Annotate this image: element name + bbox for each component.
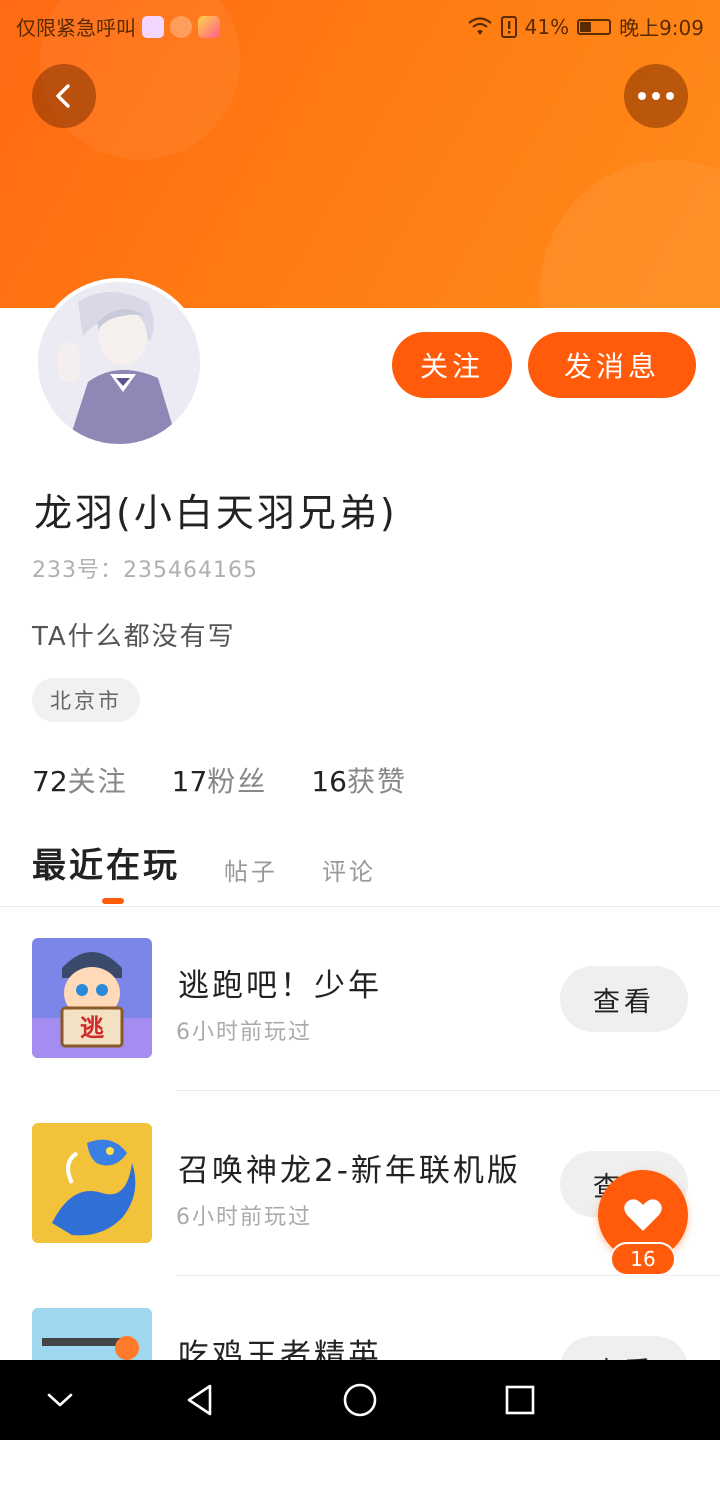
profile-uid: 233号：235464165 (32, 558, 258, 583)
notification-app-icon (170, 15, 192, 38)
battery-icon (577, 18, 612, 35)
more-horizontal-icon (638, 92, 674, 100)
like-count-badge: 16 (610, 1242, 676, 1276)
fans-stat[interactable]: 17粉丝 (172, 760, 268, 800)
game-name: 逃跑吧！少年 (178, 968, 382, 1004)
system-nav-bar (0, 1360, 720, 1440)
following-stat[interactable]: 72关注 (32, 760, 128, 800)
following-count: 72 (32, 765, 68, 798)
game-name: 召唤神龙2-新年联机版 (178, 1153, 521, 1189)
shopping-app-icon (198, 15, 220, 38)
battery-percent: 41% (524, 14, 570, 39)
divider (0, 906, 720, 907)
circle-home-icon (343, 1383, 377, 1417)
game-thumbnail (32, 1123, 152, 1243)
list-item[interactable]: 逃 逃跑吧！少年 6小时前玩过 查看 (0, 938, 720, 1123)
nav-recents-button[interactable] (496, 1376, 544, 1424)
nav-home-button[interactable] (336, 1376, 384, 1424)
avatar-illustration (38, 282, 200, 444)
nav-back-button[interactable] (176, 1376, 224, 1424)
nav-collapse-button[interactable] (36, 1376, 84, 1424)
battery-level-fill (580, 21, 592, 32)
likes-label: 获赞 (346, 765, 407, 798)
content-tabs: 最近在玩 帖子 评论 (32, 838, 376, 904)
tab-posts[interactable]: 帖子 (224, 852, 278, 887)
avatar[interactable] (34, 278, 204, 448)
view-game-button[interactable]: 查看 (560, 966, 688, 1032)
divider (176, 1090, 720, 1091)
square-recents-icon (505, 1385, 535, 1415)
likes-stat[interactable]: 16获赞 (311, 760, 407, 800)
status-bar: 仅限紧急呼叫 41% 晚上9:09 (0, 0, 720, 50)
game-played-time: 6小时前玩过 (176, 1205, 312, 1230)
status-time: 晚上9:09 (619, 16, 704, 40)
following-label: 关注 (67, 765, 128, 798)
chevron-left-icon (56, 84, 70, 108)
tab-recently-played[interactable]: 最近在玩 (32, 838, 180, 887)
more-button[interactable] (624, 64, 688, 128)
profile-stats: 72关注 17粉丝 16获赞 (32, 760, 407, 800)
game-thumbnail-text: 逃 (80, 1014, 104, 1042)
triangle-back-icon (187, 1384, 212, 1416)
game-played-time: 6小时前玩过 (176, 1020, 312, 1045)
tab-comments[interactable]: 评论 (322, 852, 376, 887)
profile-name: 龙羽(小白天羽兄弟) (34, 491, 398, 535)
wifi-icon (467, 16, 492, 35)
fans-label: 粉丝 (207, 765, 268, 798)
heart-icon (624, 1199, 662, 1231)
banner-decoration (540, 160, 720, 308)
game-thumbnail: 逃 (32, 938, 152, 1058)
follow-button[interactable]: 关注 (392, 332, 512, 398)
fans-count: 17 (171, 765, 208, 798)
sim-alert-icon (500, 15, 517, 38)
chevron-down-icon (47, 1393, 73, 1407)
profile-bio: TA什么都没有写 (32, 622, 236, 652)
carrier-status-text: 仅限紧急呼叫 (16, 16, 136, 40)
likes-count: 16 (311, 765, 347, 798)
location-tag: 北京市 (32, 678, 140, 722)
profile-header-banner: 仅限紧急呼叫 41% 晚上9:09 (0, 0, 720, 308)
active-tab-indicator (102, 898, 124, 904)
send-message-button[interactable]: 发消息 (528, 332, 696, 398)
back-button[interactable] (32, 64, 96, 128)
baidu-app-icon (142, 15, 164, 38)
